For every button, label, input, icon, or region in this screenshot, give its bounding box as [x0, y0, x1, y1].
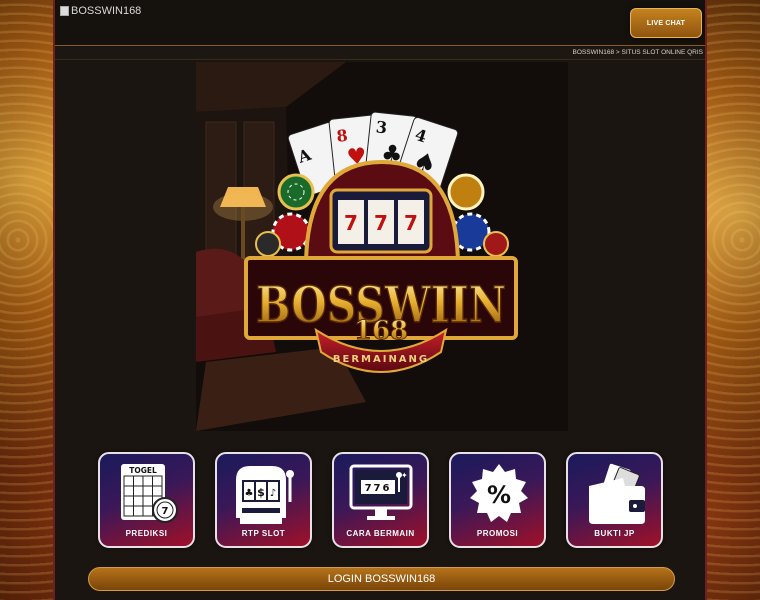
menu-prediksi-label: PREDIKSI: [125, 529, 168, 538]
logo-alt-text: BOSSWIN168: [71, 5, 142, 17]
hero-slot-digit-2: 7: [374, 211, 388, 235]
hero-number-text: 168: [354, 316, 408, 346]
monitor-slot-icon: 776 ✦: [349, 464, 413, 520]
percent-badge-icon: %: [470, 464, 528, 522]
login-button[interactable]: LOGIN BOSSWIN168: [88, 567, 675, 591]
hero-artwork: A 8 ♥ 3 ♣ 4 ♠ 7 7 7 BOSSWIIN 168 BERMAIN…: [196, 62, 568, 431]
svg-text:3: 3: [375, 117, 388, 137]
svg-text:8: 8: [336, 126, 349, 146]
hero-slot-digit-1: 7: [344, 211, 358, 235]
quick-menu: TOGEL 7 PREDIKSI ♣ $ ♪ RTP SLOT 776 ✦ CA…: [98, 452, 666, 549]
menu-promosi-label: PROMOSI: [476, 529, 519, 538]
promosi-symbol: %: [487, 481, 511, 509]
broken-image-icon: [60, 6, 69, 16]
site-logo[interactable]: BOSSWIN168: [60, 5, 141, 17]
menu-promosi-button[interactable]: % PROMOSI: [449, 452, 546, 548]
hero-tagline-text: BERMAINANG: [333, 354, 429, 365]
lottery-ticket-icon: TOGEL 7: [121, 464, 178, 523]
togel-caption: TOGEL: [129, 466, 157, 475]
menu-rtp-slot-label: RTP SLOT: [241, 529, 286, 538]
main-container: BOSSWIN168 LIVE CHAT BOSSWIN168 > SITUS …: [53, 0, 707, 600]
rtp-symbol-1: ♣: [245, 488, 254, 499]
menu-rtp-slot-button[interactable]: ♣ $ ♪ RTP SLOT: [215, 452, 312, 548]
menu-cara-bermain-label: CARA BERMAIN: [346, 529, 415, 538]
menu-cara-bermain-button[interactable]: 776 ✦ CARA BERMAIN: [332, 452, 429, 548]
hero-slot-digit-3: 7: [404, 211, 418, 235]
slot-machine-icon: ♣ $ ♪: [236, 466, 294, 524]
menu-bukti-jp-button[interactable]: BUKTI JP: [566, 452, 663, 548]
menu-bukti-jp-label: BUKTI JP: [594, 529, 635, 538]
cara-reel-digits: 776: [365, 483, 392, 494]
hero-banner-image: A 8 ♥ 3 ♣ 4 ♠ 7 7 7 BOSSWIIN 168 BERMAIN…: [196, 62, 568, 431]
site-header: BOSSWIN168 LIVE CHAT: [55, 0, 705, 46]
left-decorative-pattern: [0, 0, 60, 600]
live-chat-button[interactable]: LIVE CHAT: [630, 8, 702, 38]
rtp-symbol-2: $: [257, 486, 265, 499]
breadcrumb: BOSSWIN168 > SITUS SLOT ONLINE QRIS: [55, 46, 705, 60]
menu-prediksi-button[interactable]: TOGEL 7 PREDIKSI: [98, 452, 195, 548]
lottery-ball-number: 7: [162, 506, 169, 517]
right-decorative-pattern: [700, 0, 760, 600]
rtp-symbol-3: ♪: [270, 488, 276, 499]
wallet-icon: [589, 463, 645, 524]
svg-text:✦: ✦: [401, 471, 408, 480]
